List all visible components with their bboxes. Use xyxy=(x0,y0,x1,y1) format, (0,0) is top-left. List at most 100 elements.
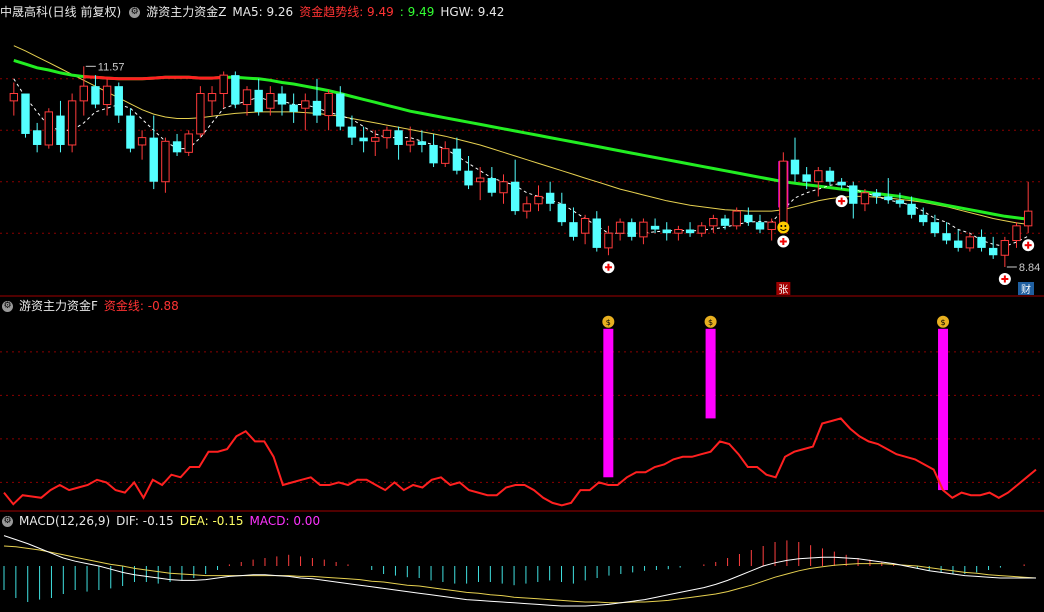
candle xyxy=(301,93,310,131)
candle-body xyxy=(907,203,916,215)
candle xyxy=(872,189,881,204)
candle-body xyxy=(21,93,30,134)
candle-body xyxy=(779,160,788,227)
candle-body xyxy=(639,221,648,238)
candle xyxy=(149,115,158,190)
candle xyxy=(592,211,601,252)
candle-body xyxy=(487,178,497,193)
candle xyxy=(825,167,835,186)
candle xyxy=(557,192,567,226)
candle xyxy=(604,225,613,256)
buy-plus-icon xyxy=(835,195,848,208)
candle-body xyxy=(965,236,975,249)
macd-name: MACD(12,26,9) xyxy=(19,514,111,528)
candle-body xyxy=(522,203,532,212)
gear-icon[interactable]: ⚙ xyxy=(129,7,141,18)
candle xyxy=(441,141,450,168)
candle-body xyxy=(277,93,287,105)
candle xyxy=(9,82,19,116)
candle-body xyxy=(406,140,415,146)
candle-body xyxy=(685,229,695,234)
candle xyxy=(312,78,322,123)
candle-body xyxy=(301,100,310,109)
candle-body xyxy=(452,148,462,171)
candle-body xyxy=(744,214,753,223)
candle xyxy=(534,185,543,212)
candle-body xyxy=(499,181,508,194)
fund-line-label: 资金线: -0.88 xyxy=(103,299,179,313)
candle-body xyxy=(336,93,345,127)
candle xyxy=(662,222,671,241)
candle xyxy=(510,159,520,215)
candle-body xyxy=(977,236,986,248)
candle xyxy=(114,82,123,123)
svg-text:$: $ xyxy=(940,318,945,327)
candle xyxy=(196,86,205,138)
trend-value-green: : 9.49 xyxy=(399,5,435,19)
candle xyxy=(219,71,228,109)
fund-signal-bar xyxy=(603,328,614,478)
candle xyxy=(499,174,508,204)
candle-body xyxy=(312,100,322,116)
svg-text:$: $ xyxy=(708,318,713,327)
buy-plus-icon xyxy=(602,261,615,274)
candle xyxy=(487,167,497,197)
buy-plus-icon xyxy=(1022,239,1035,252)
candle xyxy=(884,178,893,204)
gear-icon[interactable]: ⚙ xyxy=(2,516,13,527)
candle-body xyxy=(161,140,170,183)
fund-signal-bar xyxy=(938,328,949,491)
trend-label: 资金趋势线: 9.49 xyxy=(299,5,394,19)
candle-body xyxy=(510,181,520,212)
candle-body xyxy=(919,214,928,223)
candle xyxy=(67,93,77,153)
candle xyxy=(1012,222,1021,248)
candle-body xyxy=(324,93,333,117)
candle-body xyxy=(441,148,450,164)
candle xyxy=(580,214,590,245)
candle xyxy=(522,196,532,219)
candle xyxy=(126,108,135,153)
candle-body xyxy=(650,225,660,230)
candle xyxy=(685,222,695,237)
dif-line xyxy=(3,535,1036,607)
fund-signal-bar xyxy=(705,328,716,419)
ma5-label: MA5: 9.26 xyxy=(232,5,294,19)
candle xyxy=(394,126,403,160)
indicator-name: 游资主力资金Z xyxy=(146,5,227,19)
candle-body xyxy=(219,74,228,95)
candle-body xyxy=(475,177,485,183)
candle xyxy=(709,214,718,234)
candle-body xyxy=(872,192,881,197)
money-bag-icon: $ xyxy=(704,315,717,328)
candle-body xyxy=(627,222,636,237)
candle xyxy=(56,100,65,153)
candle xyxy=(32,122,42,153)
smile-icon xyxy=(777,221,790,234)
zhang-text: 张 xyxy=(778,284,788,296)
candle-body xyxy=(44,111,54,146)
candle-body xyxy=(942,233,951,241)
candle-body xyxy=(697,225,706,234)
candle-body xyxy=(429,144,438,164)
fund-indicator-name: 游资主力资金F xyxy=(19,299,98,313)
candle-body xyxy=(347,126,357,138)
candle xyxy=(639,218,648,245)
candle xyxy=(814,167,823,197)
candle-body xyxy=(860,192,870,205)
candle-body xyxy=(289,104,298,112)
gear-icon[interactable]: ⚙ xyxy=(2,301,13,312)
candle-body xyxy=(32,130,42,145)
macd-header: ⚙ MACD(12,26,9) DIF: -0.15 DEA: -0.15 MACD: … xyxy=(0,511,326,531)
candle xyxy=(1023,181,1033,234)
candle-body xyxy=(569,222,578,237)
candle xyxy=(965,233,975,252)
candle xyxy=(1000,236,1010,268)
candle xyxy=(790,137,800,182)
candle-body xyxy=(895,200,905,204)
candle-body xyxy=(615,221,625,234)
candle xyxy=(919,207,928,226)
fund-header: ⚙ 游资主力资金F 资金线: -0.88 xyxy=(0,296,185,316)
money-bag-icon: $ xyxy=(602,315,615,328)
candle-body xyxy=(720,218,730,226)
